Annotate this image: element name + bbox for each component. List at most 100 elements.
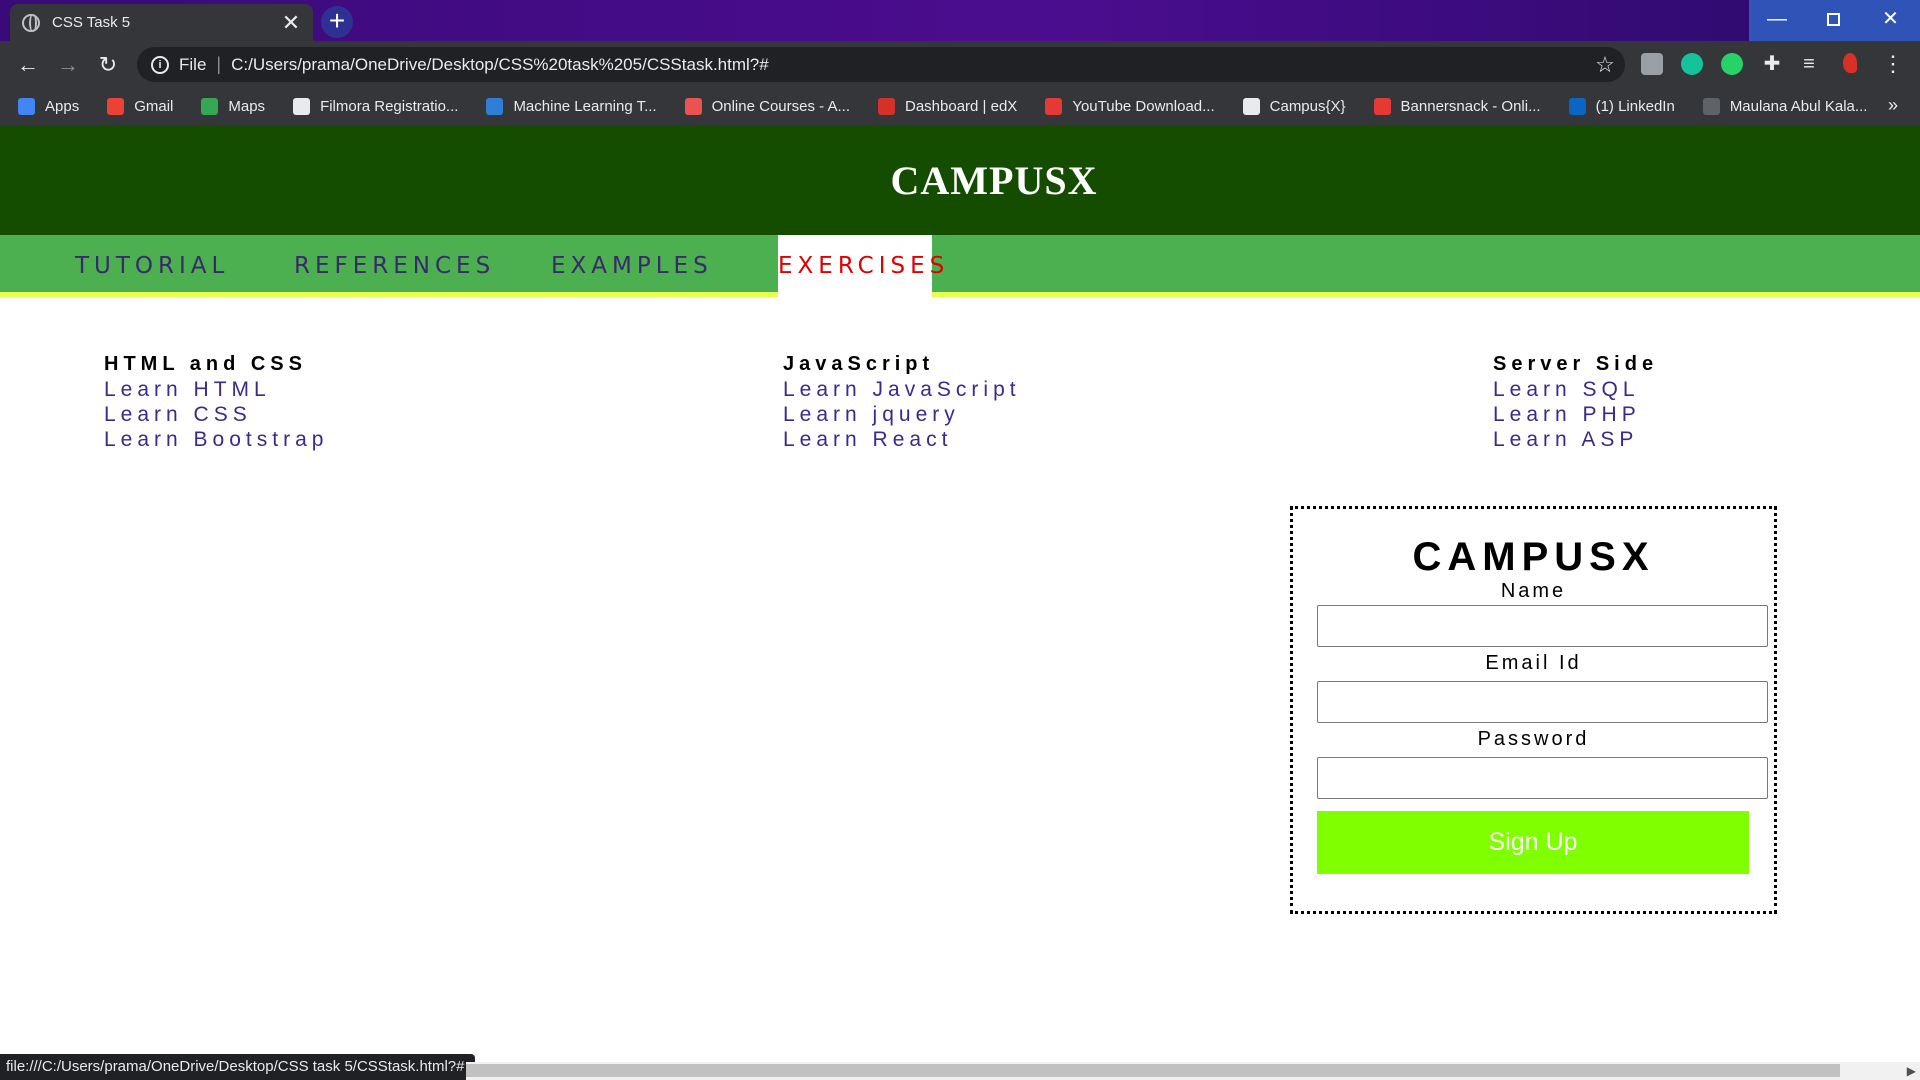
scroll-right-icon[interactable]: ▶ bbox=[1907, 1062, 1916, 1080]
bookmark-label: (1) LinkedIn bbox=[1595, 98, 1675, 115]
apps-grid-icon bbox=[18, 98, 35, 115]
reload-button[interactable]: ↻ bbox=[92, 49, 124, 81]
edx-icon bbox=[878, 98, 895, 115]
browser-tab-strip: CSS Task 5 ✕ + — ✕ bbox=[0, 0, 1920, 41]
bookmark-label: Maps bbox=[228, 98, 266, 115]
linkedin-icon bbox=[1568, 98, 1586, 115]
profile-icon[interactable] bbox=[1843, 53, 1857, 73]
bookmark-item[interactable]: Filmora Registratio... bbox=[293, 98, 458, 115]
bookmark-label: Maulana Abul Kala... bbox=[1729, 98, 1868, 115]
email-input[interactable] bbox=[1317, 681, 1768, 723]
bookmark-label: Machine Learning T... bbox=[513, 98, 657, 115]
window-restore-button[interactable] bbox=[1805, 0, 1861, 41]
password-input[interactable] bbox=[1317, 757, 1768, 799]
link-learn-jquery[interactable]: Learn jquery bbox=[783, 402, 1021, 427]
link-learn-bootstrap[interactable]: Learn Bootstrap bbox=[104, 427, 328, 452]
nav-tutorial[interactable]: TUTORIAL bbox=[75, 235, 229, 297]
bookmark-item[interactable]: Online Courses - A... bbox=[684, 98, 850, 115]
bookmark-item[interactable]: YouTube Download... bbox=[1045, 98, 1215, 115]
bookmark-item[interactable]: Gmail bbox=[107, 98, 173, 115]
bookmark-label: Gmail bbox=[134, 98, 174, 115]
column-heading: Server Side bbox=[1493, 353, 1659, 375]
window-minimize-button[interactable]: — bbox=[1749, 0, 1805, 41]
name-input[interactable] bbox=[1317, 605, 1768, 647]
site-header: CAMPUSX bbox=[0, 125, 1920, 235]
scrollbar-thumb[interactable] bbox=[466, 1064, 1840, 1077]
bookmark-label: Online Courses - A... bbox=[711, 98, 850, 115]
bookmark-item[interactable]: Maulana Abul Kala... bbox=[1702, 98, 1868, 115]
bookmark-label: Apps bbox=[45, 98, 80, 115]
tab-title: CSS Task 5 bbox=[52, 14, 131, 31]
bookmarks-bar: Apps Gmail Maps Filmora Registratio... Machi… bbox=[0, 88, 1920, 125]
bookmark-label: Bannersnack - Onli... bbox=[1400, 98, 1541, 115]
site-nav: TUTORIAL REFERENCES EXAMPLES EXERCISES bbox=[0, 235, 1920, 302]
address-url[interactable]: C:/Users/prama/OneDrive/Desktop/CSS%20ta… bbox=[231, 55, 1585, 75]
extension-icon[interactable] bbox=[1641, 53, 1663, 75]
column-heading: JavaScript bbox=[783, 353, 935, 375]
cap-icon bbox=[1702, 98, 1720, 115]
column-heading: HTML and CSS bbox=[104, 353, 307, 375]
address-separator: | bbox=[216, 54, 222, 74]
link-learn-html[interactable]: Learn HTML bbox=[104, 377, 328, 402]
bookmark-label: Filmora Registratio... bbox=[320, 98, 459, 115]
link-learn-css[interactable]: Learn CSS bbox=[104, 402, 328, 427]
nav-exercises-active[interactable]: EXERCISES bbox=[778, 235, 944, 302]
nav-examples[interactable]: EXAMPLES bbox=[551, 235, 713, 297]
bookmark-item[interactable]: Maps bbox=[201, 98, 265, 115]
horizontal-scrollbar[interactable]: ▶ bbox=[466, 1062, 1920, 1080]
nav-references[interactable]: REFERENCES bbox=[294, 235, 495, 297]
whatsapp-icon[interactable] bbox=[1721, 53, 1743, 75]
extensions-puzzle-icon[interactable]: ✚ bbox=[1761, 53, 1783, 75]
grammarly-icon[interactable] bbox=[1681, 53, 1703, 75]
name-label: Name bbox=[1500, 580, 1567, 602]
email-label: Email Id bbox=[1485, 652, 1582, 674]
link-learn-asp[interactable]: Learn ASP bbox=[1493, 427, 1658, 452]
globe-icon bbox=[1242, 98, 1260, 115]
forward-button[interactable]: → bbox=[52, 49, 84, 81]
bookmark-item[interactable]: Bannersnack - Onli... bbox=[1373, 98, 1541, 115]
bookmark-label: YouTube Download... bbox=[1072, 98, 1215, 115]
maps-pin-icon bbox=[201, 98, 219, 115]
s-logo-icon bbox=[486, 98, 504, 115]
bannersnack-icon bbox=[1373, 98, 1391, 115]
browser-menu-icon[interactable]: ⋮ bbox=[1882, 53, 1904, 75]
address-bar[interactable]: i File | C:/Users/prama/OneDrive/Desktop… bbox=[137, 47, 1625, 82]
bookmark-star-icon[interactable]: ☆ bbox=[1585, 52, 1625, 78]
bookmark-item[interactable]: Campus{X} bbox=[1242, 98, 1346, 115]
bookmark-label: Dashboard | edX bbox=[905, 98, 1018, 115]
column-server-side: Server Side Learn SQL Learn PHP Learn AS… bbox=[1493, 352, 1658, 452]
globe-icon bbox=[293, 98, 311, 115]
link-learn-javascript[interactable]: Learn JavaScript bbox=[783, 377, 1021, 402]
site-info-icon[interactable]: i bbox=[151, 55, 169, 74]
form-brand: CAMPUSX bbox=[1412, 535, 1655, 579]
window-close-button[interactable]: ✕ bbox=[1861, 0, 1920, 41]
bookmarks-overflow-button[interactable]: » bbox=[1888, 95, 1898, 116]
tab-close-icon[interactable]: ✕ bbox=[281, 11, 301, 34]
bookmark-item[interactable]: Apps bbox=[18, 98, 79, 115]
browser-toolbar: ← → ↻ i File | C:/Users/prama/OneDrive/D… bbox=[0, 41, 1920, 88]
browser-tab[interactable]: CSS Task 5 ✕ bbox=[10, 4, 313, 41]
bookmark-item[interactable]: Dashboard | edX bbox=[878, 98, 1017, 115]
back-button[interactable]: ← bbox=[12, 49, 44, 81]
udemy-icon bbox=[684, 98, 702, 115]
bookmark-item[interactable]: Machine Learning T... bbox=[486, 98, 657, 115]
media-control-icon[interactable]: ≡ bbox=[1798, 53, 1820, 75]
status-bar: file:///C:/Users/prama/OneDrive/Desktop/… bbox=[0, 1054, 475, 1080]
column-html-css: HTML and CSS Learn HTML Learn CSS Learn … bbox=[104, 352, 328, 452]
address-scheme: File bbox=[179, 54, 207, 74]
bookmark-label: Campus{X} bbox=[1269, 98, 1346, 115]
link-learn-php[interactable]: Learn PHP bbox=[1493, 402, 1658, 427]
bookmark-item[interactable]: (1) LinkedIn bbox=[1568, 98, 1675, 115]
column-javascript: JavaScript Learn JavaScript Learn jquery… bbox=[783, 352, 1021, 452]
signup-button[interactable]: Sign Up bbox=[1317, 811, 1749, 874]
site-title: CAMPUSX bbox=[890, 157, 1098, 203]
restore-icon bbox=[1826, 13, 1840, 27]
new-tab-button[interactable]: + bbox=[321, 6, 353, 38]
download-icon bbox=[1045, 98, 1063, 115]
gmail-icon bbox=[107, 98, 125, 115]
globe-icon bbox=[22, 13, 40, 32]
link-learn-sql[interactable]: Learn SQL bbox=[1493, 377, 1658, 402]
link-learn-react[interactable]: Learn React bbox=[783, 427, 1021, 452]
signup-form: CAMPUSX Name Email Id Password Sign Up bbox=[1290, 506, 1777, 914]
password-label: Password bbox=[1477, 728, 1590, 750]
